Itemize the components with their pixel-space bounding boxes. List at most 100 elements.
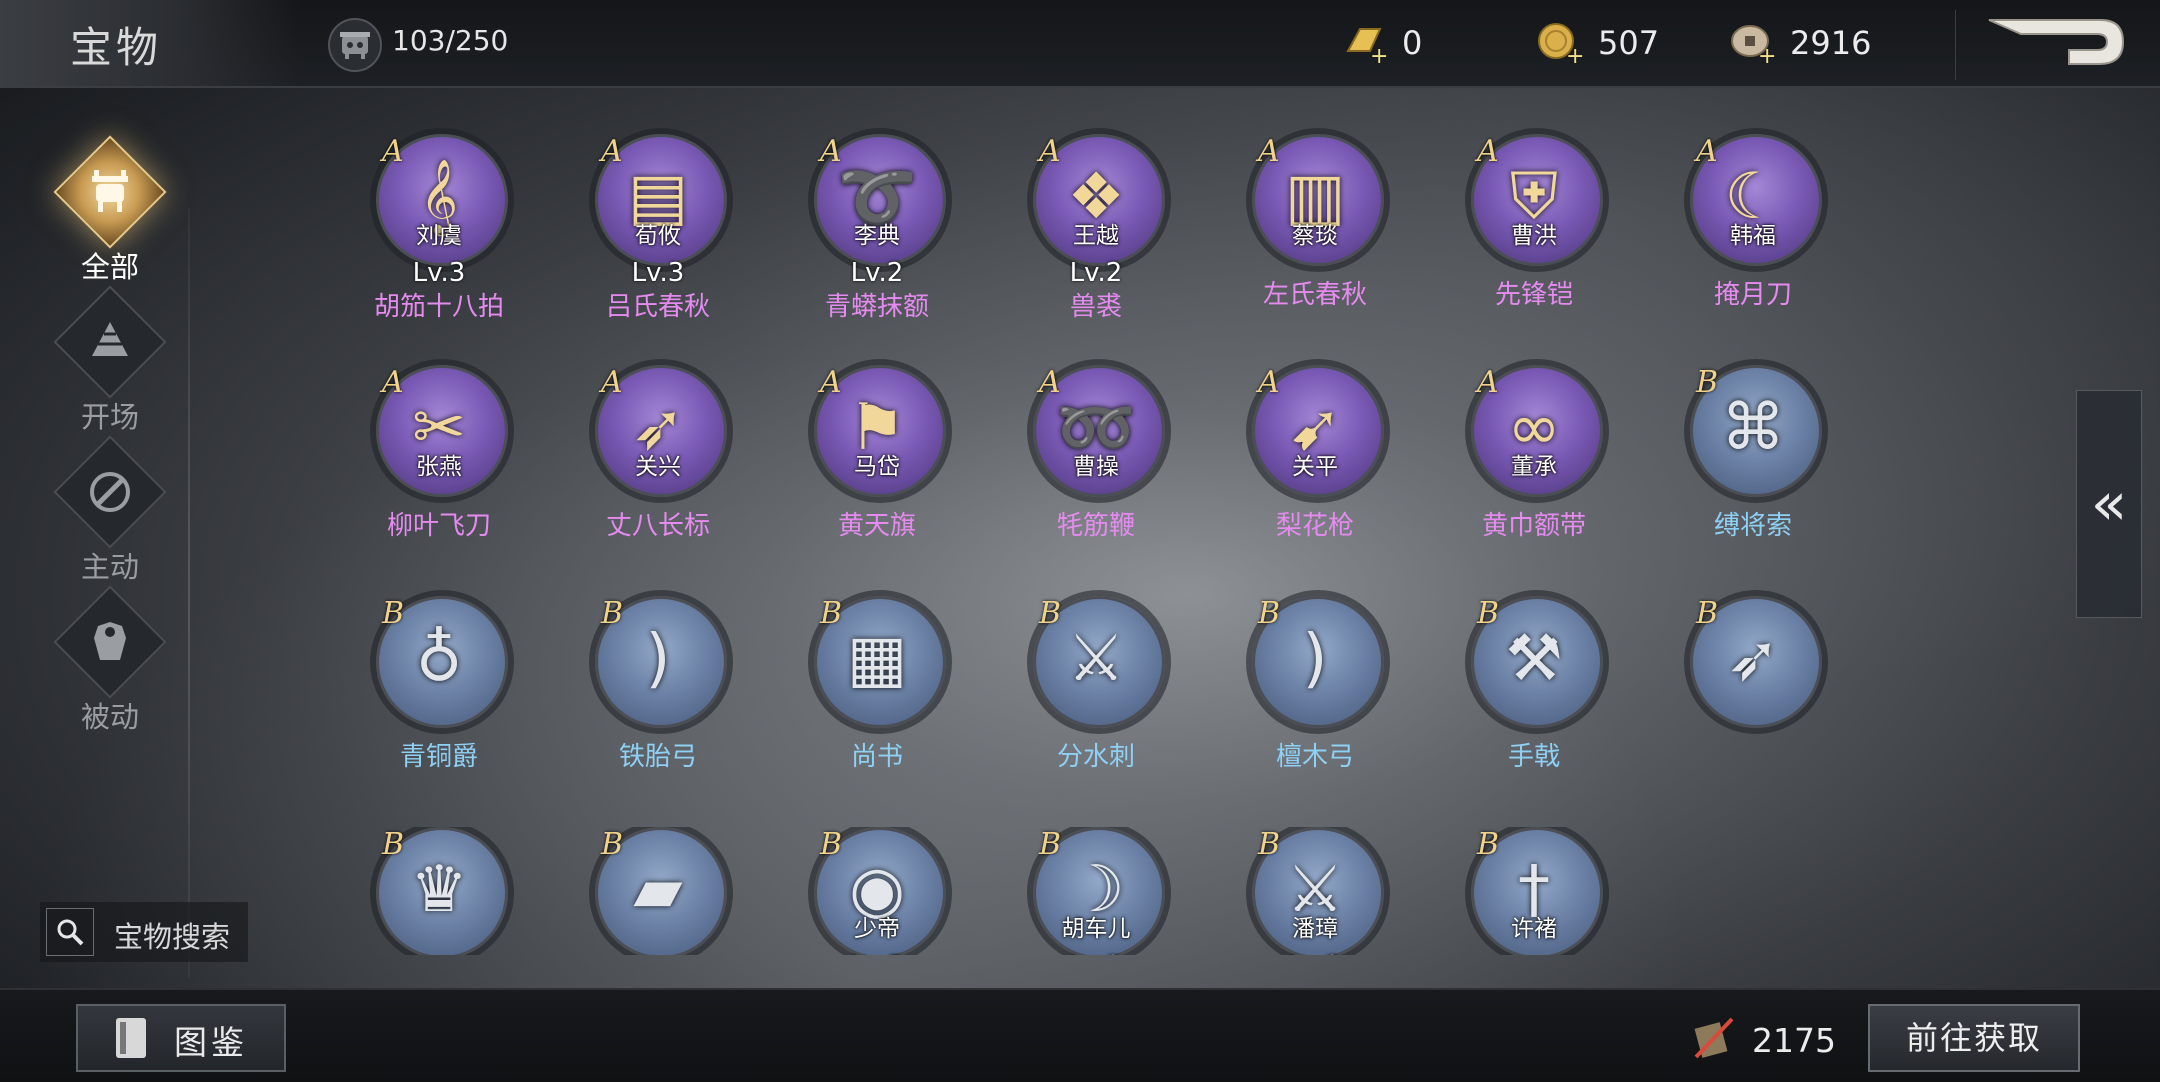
svg-text:+: +: [1566, 44, 1584, 65]
category-all[interactable]: 全部: [40, 135, 180, 286]
capacity-icon: [328, 18, 382, 72]
currency-gold-coin[interactable]: + 507: [1536, 18, 1659, 69]
treasure-item[interactable]: ❖ A 王越 Lv.2 兽裘: [983, 134, 1203, 354]
grade-label: A: [1039, 365, 1061, 400]
grade-label: B: [820, 596, 843, 631]
treasure-item[interactable]: ⚒ B 手戟: [1421, 596, 1641, 816]
grade-label: A: [1258, 365, 1280, 400]
grade-label: B: [1696, 365, 1719, 400]
top-bar: 宝物 103/250 + 0 + 507 + 2916: [0, 0, 2160, 88]
category-passive-label: 被动: [80, 700, 139, 734]
treasure-item[interactable]: ✂ A 张燕 柳叶飞刀: [326, 365, 546, 585]
grade-label: A: [1258, 134, 1280, 169]
item-level: Lv.2: [1202, 951, 1422, 955]
back-button[interactable]: [1955, 10, 2151, 80]
grade-label: B: [601, 827, 624, 862]
return-arrow-icon: [1981, 19, 2131, 80]
category-active[interactable]: 主动: [40, 435, 180, 586]
armor-icon: [53, 585, 167, 699]
treasure-item[interactable]: ) B 檀木弓: [1202, 596, 1422, 816]
item-level: Lv.2: [1069, 258, 1123, 288]
go-acquire-button[interactable]: 前往获取: [1868, 1004, 2080, 1072]
category-opening-label: 开场: [80, 400, 139, 434]
treasure-item[interactable]: ☾ A 韩福 掩月刀: [1640, 134, 1860, 354]
fragment-value: 2175: [1752, 1020, 1836, 1060]
category-passive[interactable]: 被动: [40, 585, 180, 736]
treasure-item[interactable]: ➶ B: [1640, 596, 1860, 816]
collapse-panel-button[interactable]: «: [2076, 390, 2142, 618]
owner-name: 董承: [1511, 454, 1557, 480]
treasure-item[interactable]: ☽B胡车儿Lv.2: [983, 827, 1203, 955]
cauldron-icon: [53, 135, 167, 249]
item-name: 掩月刀: [1713, 280, 1792, 310]
pyramid-icon: [53, 285, 167, 399]
item-name: 铁胎弓: [618, 742, 697, 772]
treasure-item[interactable]: ⛨ A 曹洪 先锋铠: [1421, 134, 1641, 354]
owner-name: 胡车儿: [1061, 916, 1131, 942]
treasure-item[interactable]: ♛ B: [326, 827, 546, 955]
copper-coin-value: 2916: [1790, 24, 1872, 62]
treasure-item[interactable]: ➶ A 关兴 丈八长标: [545, 365, 765, 585]
gold-bar-value: 0: [1402, 24, 1423, 62]
owner-name: 荀攸: [635, 223, 681, 249]
currency-copper-coin[interactable]: + 2916: [1728, 18, 1872, 69]
sidebar-divider: [188, 208, 190, 978]
treasure-item[interactable]: ∞ A 董承 黄巾额带: [1421, 365, 1641, 585]
item-name: 吕氏春秋: [605, 292, 710, 322]
treasure-item[interactable]: ➿ A 曹操 牦筋鞭: [983, 365, 1203, 585]
item-level: Lv.3: [412, 258, 466, 288]
owner-name: 少帝: [854, 916, 900, 942]
treasure-item[interactable]: ) B 铁胎弓: [545, 596, 765, 816]
treasure-item[interactable]: ◉B少帝Lv.5: [764, 827, 984, 955]
grade-label: A: [820, 134, 842, 169]
treasure-item[interactable]: ▤ A 荀攸 Lv.3 吕氏春秋: [545, 134, 765, 354]
owner-name: 马岱: [854, 454, 900, 480]
grade-label: B: [1258, 827, 1281, 862]
grade-label: A: [382, 365, 404, 400]
codex-button[interactable]: 图鉴: [76, 1004, 286, 1072]
treasure-item[interactable]: † B 许褚: [1421, 827, 1641, 955]
fragment-icon: [1688, 1013, 1738, 1067]
svg-text:+: +: [1370, 44, 1388, 65]
treasure-search[interactable]: 宝物搜索: [40, 902, 248, 962]
sword-circle-icon: [53, 435, 167, 549]
treasure-capacity: 103/250: [392, 24, 509, 57]
currency-gold-bar[interactable]: + 0: [1340, 18, 1423, 69]
grade-label: B: [382, 596, 405, 631]
item-name: 左氏春秋: [1262, 280, 1367, 310]
grade-label: B: [382, 827, 405, 862]
item-name: 胡笳十八拍: [373, 292, 504, 322]
category-opening[interactable]: 开场: [40, 285, 180, 436]
double-chevron-left-icon: «: [2090, 469, 2128, 539]
book-icon: [116, 1018, 146, 1058]
treasure-item[interactable]: ▦ B 尚书: [764, 596, 984, 816]
treasure-item[interactable]: ▰ B: [545, 827, 765, 955]
treasure-item[interactable]: ➹ A 关平 梨花枪: [1202, 365, 1422, 585]
owner-name: 蔡琰: [1292, 223, 1338, 249]
page-title: 宝物: [70, 23, 163, 72]
treasure-item[interactable]: ⚔ B 分水刺: [983, 596, 1203, 816]
treasure-item[interactable]: ▥ A 蔡琰 左氏春秋: [1202, 134, 1422, 354]
treasure-item[interactable]: ⚔B潘璋Lv.2: [1202, 827, 1422, 955]
grade-label: B: [1039, 596, 1062, 631]
item-level: Lv.2: [983, 951, 1203, 955]
treasure-item[interactable]: ♁ B 青铜爵: [326, 596, 546, 816]
treasure-item[interactable]: ➰ A 李典 Lv.2 青蟒抹额: [764, 134, 984, 354]
treasure-item[interactable]: ⌘ B 缚将索: [1640, 365, 1860, 585]
owner-name: 王越: [1073, 223, 1119, 249]
item-name: 兽裘: [1069, 292, 1122, 322]
grade-label: A: [601, 365, 623, 400]
item-name: 丈八长标: [605, 511, 710, 541]
treasure-item[interactable]: 𝄞 A 刘虞 Lv.3 胡笳十八拍: [326, 134, 546, 354]
item-name: 尚书: [850, 742, 903, 772]
owner-name: 曹洪: [1511, 223, 1557, 249]
owner-name: 刘虞: [416, 223, 462, 249]
item-name: 手戟: [1507, 742, 1560, 772]
treasure-item[interactable]: ⚑ A 马岱 黄天旗: [764, 365, 984, 585]
grade-label: A: [820, 365, 842, 400]
gold-bar-icon: +: [1340, 21, 1390, 69]
bottom-bar: [0, 988, 2160, 1082]
grade-label: A: [601, 134, 623, 169]
grade-label: B: [1039, 827, 1062, 862]
codex-label: 图鉴: [174, 1023, 248, 1062]
